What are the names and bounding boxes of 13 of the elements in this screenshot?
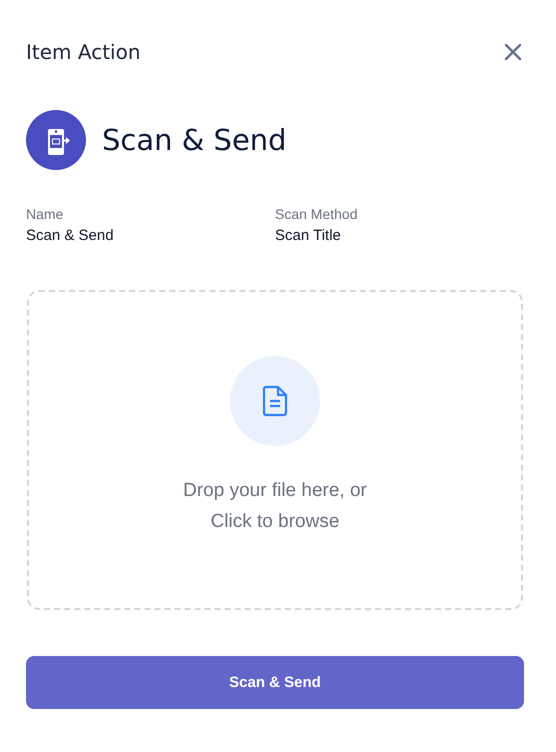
scan-send-button[interactable]: Scan & Send [26, 656, 524, 709]
field-value: Scan Title [275, 227, 342, 244]
action-name: Scan & Send [102, 123, 287, 157]
close-icon[interactable] [504, 43, 522, 61]
dialog-title: Item Action [26, 40, 141, 64]
document-icon [230, 356, 320, 446]
file-drop-zone[interactable]: Drop your file here, or Click to browse [27, 290, 523, 610]
field-label: Scan Method [275, 206, 358, 222]
drop-hint: Drop your file here, or [183, 480, 367, 502]
scan-phone-icon [26, 110, 86, 170]
field-label: Name [26, 206, 64, 222]
field-value: Scan & Send [26, 227, 115, 244]
drop-hint: Click to browse [210, 511, 340, 533]
